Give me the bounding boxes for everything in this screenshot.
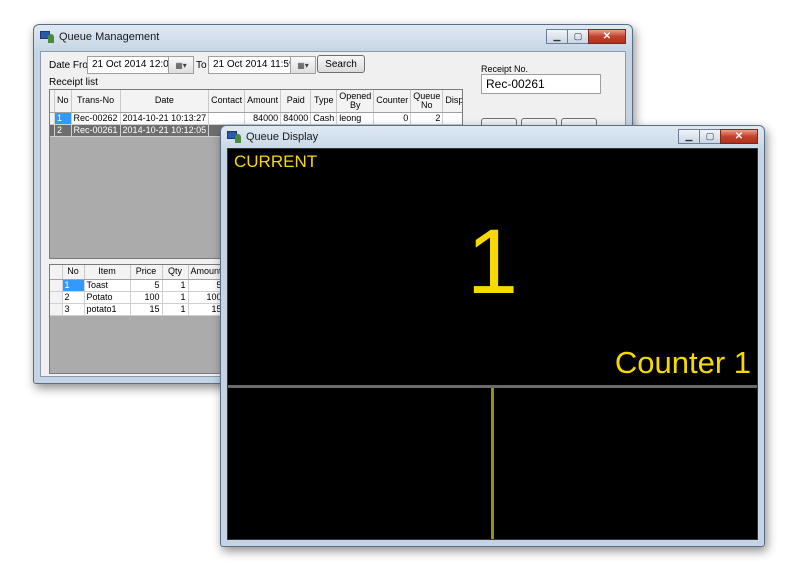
receipt-no-label: Receipt No. [481, 64, 529, 74]
row-header[interactable] [50, 279, 63, 292]
table-cell[interactable]: Potato [84, 291, 131, 304]
table-cell[interactable]: potato1 [84, 303, 131, 316]
table-cell[interactable]: 2 [410, 112, 444, 125]
column-header[interactable]: Item [84, 265, 131, 280]
table-row[interactable]: 3 potato1 15 1 15 [50, 303, 225, 316]
table-cell[interactable]: Toast [84, 279, 131, 292]
queue-display-screen: CURRENT 1 Counter 1 [227, 148, 758, 540]
table-cell[interactable]: No [442, 112, 462, 125]
column-header[interactable]: No [62, 265, 85, 280]
table-row[interactable]: 2 Potato 100 1 100 [50, 291, 225, 304]
table-cell[interactable]: 2014-10-21 10:12:05 [120, 124, 210, 137]
app-icon [40, 31, 54, 43]
table-cell[interactable]: Rec-00262 [71, 112, 121, 125]
date-from-picker[interactable]: 21 Oct 2014 12:00 AM [87, 56, 192, 74]
minimize-button[interactable]: ▁ [546, 29, 568, 44]
to-label: To [196, 60, 207, 71]
column-header[interactable]: Opened By [336, 90, 375, 113]
column-header[interactable]: Displayed [442, 90, 462, 113]
row-header[interactable] [50, 303, 63, 316]
column-header[interactable]: Amount [244, 90, 282, 113]
maximize-button[interactable]: ▢ [567, 29, 589, 44]
table-cell[interactable]: 100 [130, 291, 163, 304]
date-to-picker[interactable]: 21 Oct 2014 11:59 PM [208, 56, 312, 74]
app-icon [227, 131, 241, 143]
table-cell[interactable] [208, 112, 246, 125]
table-cell[interactable]: 0 [373, 112, 412, 125]
window-title: Queue Display [246, 131, 319, 143]
calendar-icon: ▦▾ [297, 60, 309, 70]
table-cell[interactable]: 100 [188, 291, 225, 304]
column-header[interactable]: Paid [280, 90, 312, 113]
column-header[interactable]: Queue No [410, 90, 444, 113]
column-header[interactable]: Price [130, 265, 163, 280]
column-header[interactable]: Counter [373, 90, 412, 113]
table-cell[interactable]: 1 [162, 303, 189, 316]
table-cell[interactable]: 1 [62, 279, 85, 292]
table-row[interactable]: 1 Rec-00262 2014-10-21 10:13:27 84000 84… [50, 112, 462, 125]
receipt-no-field[interactable]: Rec-00261 [481, 74, 601, 94]
column-header[interactable]: No [54, 90, 72, 113]
calendar-icon: ▦▾ [175, 60, 187, 70]
table-cell[interactable]: 2 [62, 291, 85, 304]
date-to-calendar-button[interactable]: ▦▾ [290, 56, 316, 74]
window-title: Queue Management [59, 31, 160, 43]
current-queue-number: 1 [466, 211, 519, 313]
vertical-divider [491, 388, 494, 539]
table-cell[interactable]: 15 [130, 303, 163, 316]
table-cell[interactable]: 5 [130, 279, 163, 292]
table-cell[interactable]: 2014-10-21 10:13:27 [120, 112, 210, 125]
column-header[interactable]: Qty [162, 265, 189, 280]
table-cell[interactable]: 5 [188, 279, 225, 292]
queue-display-window: Queue Display ▁ ▢ ✕ CURRENT 1 Counter 1 [220, 125, 765, 547]
table-cell[interactable]: 1 [162, 279, 189, 292]
date-from-calendar-button[interactable]: ▦▾ [168, 56, 194, 74]
table-cell[interactable]: Cash [310, 112, 338, 125]
column-header[interactable]: Date [120, 90, 210, 113]
current-label: CURRENT [234, 152, 318, 171]
table-cell[interactable]: 84000 [280, 112, 312, 125]
search-button[interactable]: Search [317, 55, 365, 73]
column-header[interactable]: Type [310, 90, 338, 113]
table-row[interactable]: 1 Toast 5 1 5 [50, 279, 225, 292]
row-header-corner [50, 265, 63, 280]
title-bar[interactable]: Queue Management ▁ ▢ ✕ [34, 25, 632, 49]
receipt-list-label: Receipt list [49, 77, 98, 88]
table-cell[interactable]: 3 [62, 303, 85, 316]
table-cell[interactable]: leong [336, 112, 375, 125]
close-button[interactable]: ✕ [588, 29, 626, 44]
table-cell[interactable]: 2 [54, 124, 72, 137]
table-cell[interactable]: 1 [162, 291, 189, 304]
maximize-button[interactable]: ▢ [699, 129, 721, 144]
table-cell[interactable]: Rec-00261 [71, 124, 121, 137]
column-header[interactable]: Trans-No [71, 90, 121, 113]
column-header[interactable]: Contact [208, 90, 246, 113]
close-button[interactable]: ✕ [720, 129, 758, 144]
title-bar[interactable]: Queue Display ▁ ▢ ✕ [221, 126, 764, 148]
counter-label: Counter 1 [614, 345, 751, 380]
row-header[interactable] [50, 291, 63, 304]
table-cell[interactable]: 1 [54, 112, 72, 125]
table-cell[interactable]: 15 [188, 303, 225, 316]
minimize-button[interactable]: ▁ [678, 129, 700, 144]
table-cell[interactable]: 84000 [244, 112, 282, 125]
column-header[interactable]: Amount [188, 265, 225, 280]
